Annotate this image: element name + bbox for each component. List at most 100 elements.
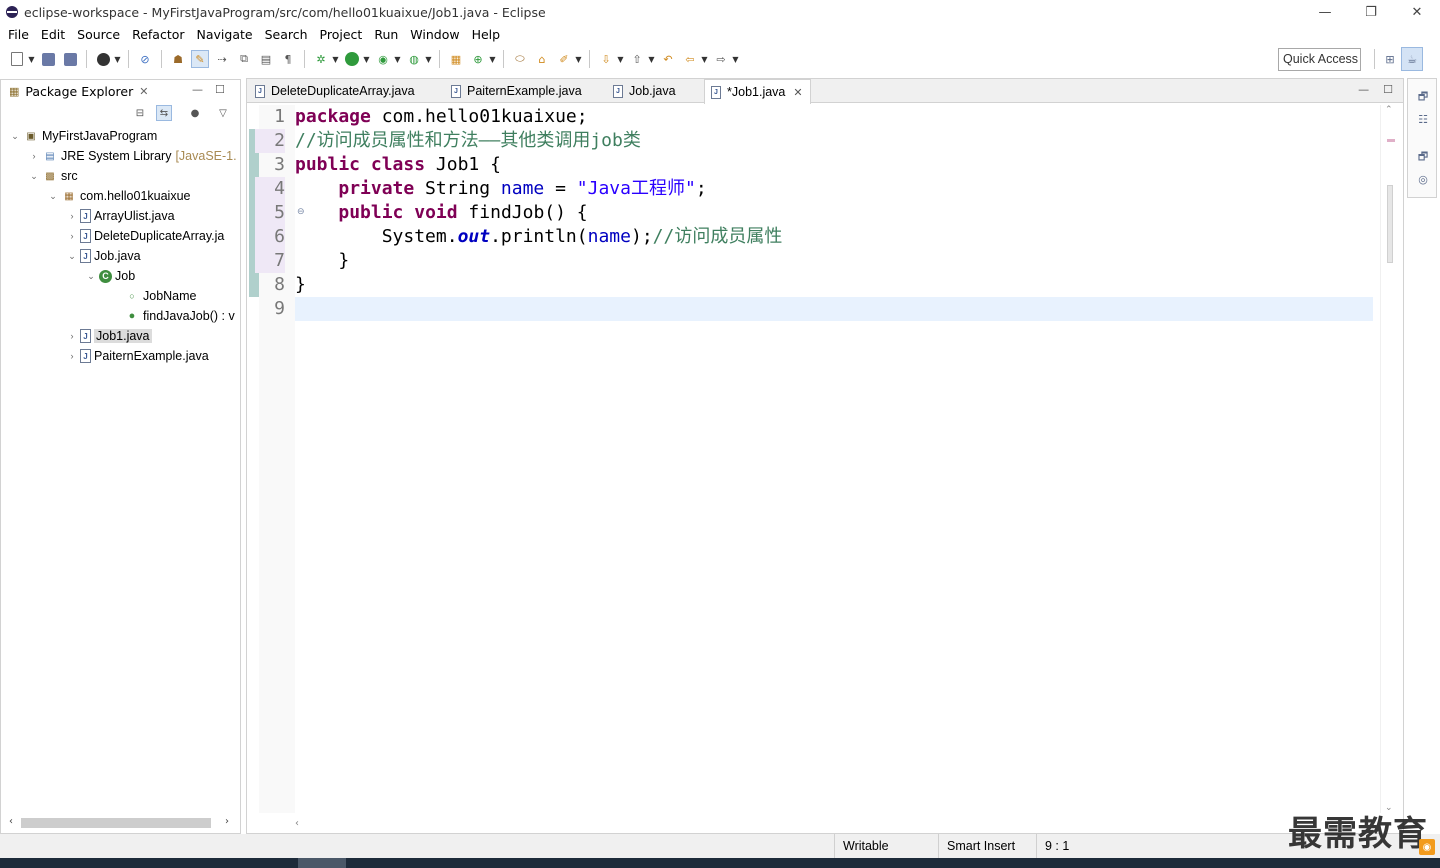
tab-deleteduplicatearray[interactable]: J DeleteDuplicateArray.java: [249, 79, 441, 103]
maximize-view-icon[interactable]: ☐: [215, 83, 225, 96]
expand-chevron-icon[interactable]: ⌄: [8, 131, 22, 142]
expand-chevron-icon[interactable]: ⌄: [84, 271, 98, 282]
save-all-icon[interactable]: [62, 51, 78, 67]
search-dropdown-icon[interactable]: ▼: [575, 51, 582, 67]
next-edit-dropdown-icon[interactable]: ▼: [617, 51, 624, 67]
tree-item-findjavajob-method[interactable]: ● findJavaJob() : v: [109, 306, 235, 326]
coverage-dropdown-icon[interactable]: ▼: [394, 51, 401, 67]
restore-button[interactable]: ❐: [1348, 0, 1394, 24]
task-list-icon[interactable]: ◎: [1415, 171, 1431, 187]
back-dropdown-icon[interactable]: ▼: [701, 51, 708, 67]
collapse-chevron-icon[interactable]: ›: [65, 231, 79, 241]
menu-source[interactable]: Source: [71, 27, 126, 42]
open-type-icon[interactable]: ☗: [170, 51, 186, 67]
tab-job1-java[interactable]: J *Job1.java ✕: [704, 79, 811, 104]
close-icon[interactable]: ✕: [139, 85, 148, 98]
vertical-scrollbar[interactable]: ⌃ ⌄: [1383, 105, 1395, 813]
previous-edit-icon[interactable]: ⇧: [629, 51, 645, 67]
status-insert-mode[interactable]: Smart Insert: [938, 834, 1036, 858]
scroll-left-icon[interactable]: ‹: [295, 818, 299, 829]
link-with-editor-icon[interactable]: ⇆: [156, 105, 172, 121]
tree-item-package[interactable]: ⌄ ▦ com.hello01kuaixue: [46, 186, 190, 206]
scrollbar-thumb[interactable]: [1387, 185, 1393, 263]
run-dropdown-icon[interactable]: ▼: [363, 51, 370, 67]
scroll-left-icon[interactable]: ‹: [9, 816, 13, 827]
previous-edit-dropdown-icon[interactable]: ▼: [648, 51, 655, 67]
overview-ruler-marker[interactable]: [1387, 139, 1395, 142]
minimize-view-icon[interactable]: —: [192, 83, 203, 96]
last-edit-location-icon[interactable]: ↶: [660, 51, 676, 67]
collapse-chevron-icon[interactable]: ›: [65, 331, 79, 341]
next-annotation-icon[interactable]: ⧉: [236, 51, 252, 67]
collapse-chevron-icon[interactable]: ›: [27, 151, 41, 161]
run-icon[interactable]: [344, 51, 360, 67]
focus-task-icon[interactable]: ●: [187, 105, 203, 121]
collapse-chevron-icon[interactable]: ›: [65, 351, 79, 361]
expand-chevron-icon[interactable]: ⌄: [65, 251, 79, 262]
menu-run[interactable]: Run: [368, 27, 404, 42]
new-icon[interactable]: [9, 51, 25, 67]
menu-project[interactable]: Project: [314, 27, 369, 42]
show-whitespace-icon[interactable]: ¶: [280, 51, 296, 67]
back-icon[interactable]: ⇦: [682, 51, 698, 67]
tree-item-job-class[interactable]: ⌄ C Job: [84, 266, 135, 286]
new-dropdown-icon[interactable]: ▼: [28, 51, 35, 67]
minimize-editor-icon[interactable]: —: [1358, 83, 1369, 96]
profile-dropdown-icon[interactable]: ▼: [114, 51, 121, 67]
expand-chevron-icon[interactable]: ⌄: [46, 191, 60, 202]
close-tab-icon[interactable]: ✕: [793, 86, 802, 99]
external-tools-icon[interactable]: ◍: [406, 51, 422, 67]
menu-window[interactable]: Window: [404, 27, 465, 42]
coverage-icon[interactable]: ◉: [375, 51, 391, 67]
menu-search[interactable]: Search: [259, 27, 314, 42]
profile-icon[interactable]: [95, 51, 111, 67]
forward-icon[interactable]: ⇨: [713, 51, 729, 67]
tab-job-java[interactable]: J Job.java: [607, 79, 703, 103]
word-wrap-icon[interactable]: ▤: [258, 51, 274, 67]
tree-item-project[interactable]: ⌄ ▣ MyFirstJavaProgram: [8, 126, 157, 146]
java-perspective-icon[interactable]: ☕: [1401, 47, 1423, 71]
maximize-editor-icon[interactable]: ☐: [1383, 83, 1393, 96]
menu-refactor[interactable]: Refactor: [126, 27, 190, 42]
tree-item-jre[interactable]: › ▤ JRE System Library [JavaSE-1.: [27, 146, 237, 166]
collapse-all-icon[interactable]: ⊟: [132, 105, 148, 121]
outline-icon[interactable]: ☷: [1415, 111, 1431, 127]
package-explorer-title[interactable]: Package Explorer: [25, 84, 133, 99]
scroll-up-icon[interactable]: ⌃: [1385, 105, 1393, 115]
view-menu-icon[interactable]: ▽: [215, 105, 231, 121]
tree-item-jobname-field[interactable]: ○ JobName: [109, 286, 196, 306]
horizontal-scrollbar[interactable]: ‹ ›: [5, 815, 237, 831]
menu-navigate[interactable]: Navigate: [191, 27, 259, 42]
new-java-package-icon[interactable]: ▦: [448, 51, 464, 67]
debug-icon[interactable]: ✲: [313, 51, 329, 67]
tree-item-paiternexample[interactable]: › J PaiternExample.java: [65, 346, 209, 366]
restore-view-icon[interactable]: 🗗: [1415, 149, 1431, 165]
skip-breakpoints-icon[interactable]: ⊘: [137, 51, 153, 67]
tree-item-job1-java[interactable]: › J Job1.java: [65, 326, 152, 346]
save-icon[interactable]: [40, 51, 56, 67]
new-java-class-icon[interactable]: ⊕: [470, 51, 486, 67]
scroll-right-icon[interactable]: ›: [225, 816, 229, 827]
tab-paiternexample[interactable]: J PaiternExample.java: [445, 79, 603, 103]
collapse-chevron-icon[interactable]: ›: [65, 211, 79, 221]
open-perspective-icon[interactable]: ⊞: [1379, 47, 1401, 71]
tree-item-deleteduplicate[interactable]: › J DeleteDuplicateArray.ja: [65, 226, 224, 246]
block-selection-icon[interactable]: ⇢: [214, 51, 230, 67]
debug-dropdown-icon[interactable]: ▼: [332, 51, 339, 67]
search-icon[interactable]: ✐: [556, 51, 572, 67]
open-folder-icon[interactable]: ⌂: [534, 51, 550, 67]
open-task-icon[interactable]: ⬭: [512, 51, 528, 67]
forward-dropdown-icon[interactable]: ▼: [732, 51, 739, 67]
new-class-dropdown-icon[interactable]: ▼: [489, 51, 496, 67]
code-editor[interactable]: package com.hello01kuaixue; //访问成员属性和方法—…: [295, 105, 1373, 813]
menu-edit[interactable]: Edit: [35, 27, 71, 42]
tree-item-job-java[interactable]: ⌄ J Job.java: [65, 246, 141, 266]
minimize-button[interactable]: —: [1302, 0, 1348, 24]
menu-file[interactable]: File: [2, 27, 35, 42]
tree-item-src[interactable]: ⌄ ▩ src: [27, 166, 77, 186]
next-edit-icon[interactable]: ⇩: [598, 51, 614, 67]
menu-help[interactable]: Help: [466, 27, 507, 42]
quick-access-field[interactable]: Quick Access: [1278, 48, 1361, 71]
mark-occurrences-icon[interactable]: ✎: [191, 50, 209, 68]
external-tools-dropdown-icon[interactable]: ▼: [425, 51, 432, 67]
